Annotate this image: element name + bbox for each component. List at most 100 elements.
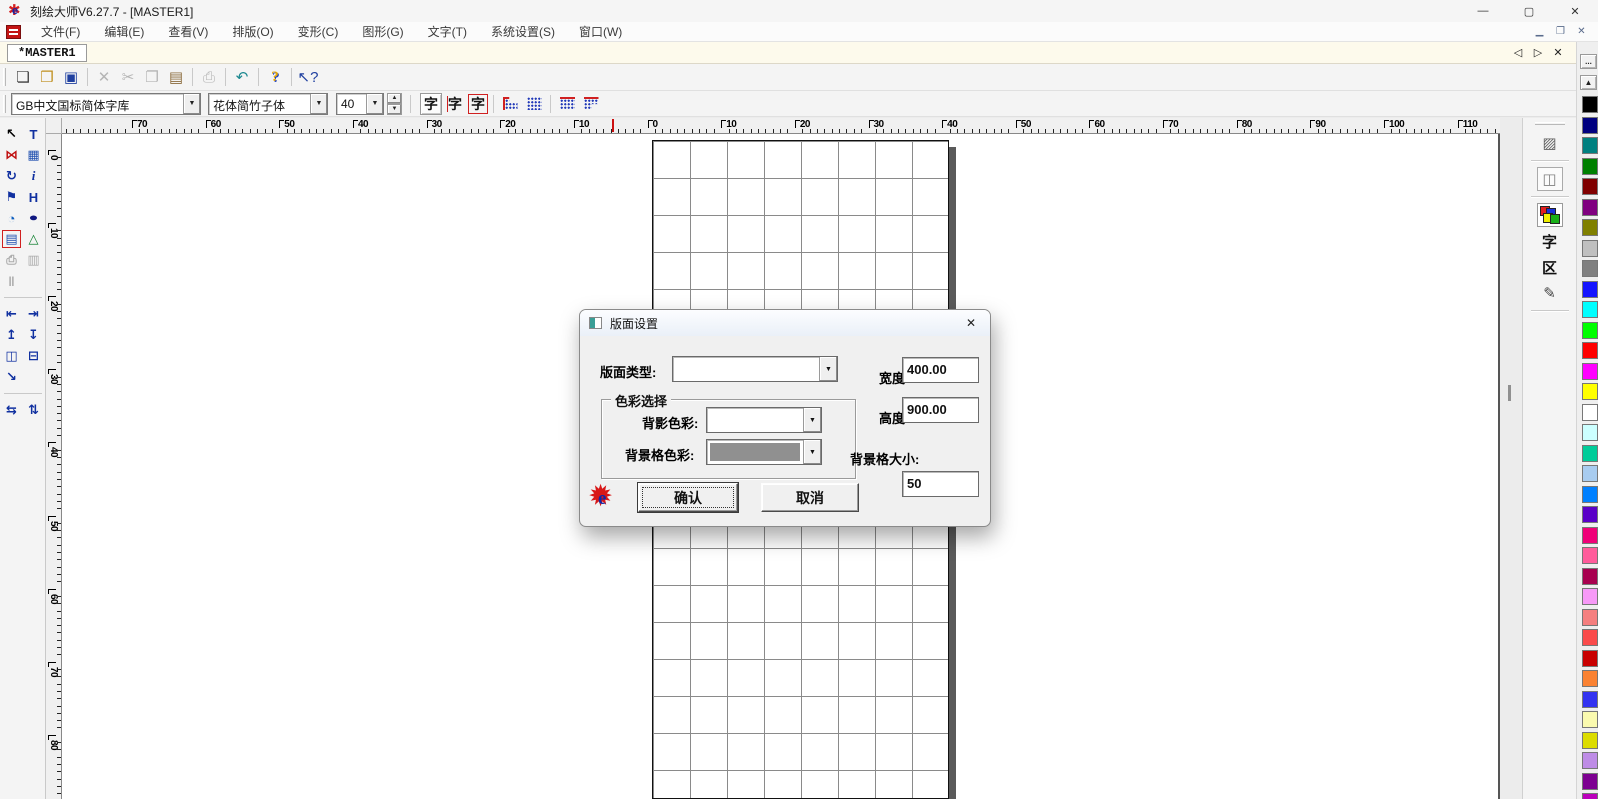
palette-color-f00078[interactable]	[1582, 527, 1598, 544]
font-size-stepper[interactable]: ▲ ▼	[387, 93, 402, 115]
width-field[interactable]: 400.00	[902, 357, 979, 383]
mirror-tool[interactable]: H	[23, 187, 44, 207]
new-file-button[interactable]: ❏	[11, 66, 35, 88]
grid-size-field[interactable]: 50	[902, 471, 979, 497]
mdi-close-button[interactable]: ✕	[1571, 24, 1592, 40]
canvas-scrollbar-thumb[interactable]	[1508, 385, 1511, 401]
chevron-down-icon[interactable]: ▼	[310, 94, 327, 114]
insert-image-icon[interactable]: ▨	[1537, 131, 1563, 155]
image-frame-tool[interactable]: ▤	[1, 229, 22, 249]
palette-color-808080[interactable]	[1582, 260, 1598, 277]
save-file-button[interactable]: ▣	[59, 66, 83, 88]
palette-color-00ffff[interactable]	[1582, 301, 1598, 318]
menu-typeset[interactable]: 排版(O)	[220, 21, 285, 42]
palette-color-ff0000[interactable]	[1582, 342, 1598, 359]
tab-prev-button[interactable]: ◁	[1510, 45, 1526, 61]
banner-text-tool[interactable]: ⚑	[1, 187, 22, 207]
align-right-tool[interactable]: ⇥	[23, 304, 44, 324]
palette-color-f799f7[interactable]	[1582, 588, 1598, 605]
space-horizontal-tool[interactable]: ⇆	[1, 400, 22, 420]
palette-color-c0c0c0[interactable]	[1582, 240, 1598, 257]
height-field[interactable]: 900.00	[902, 397, 979, 423]
align-left-tool[interactable]: ⇤	[1, 304, 22, 324]
layout-flow-full-button[interactable]	[523, 93, 545, 115]
palette-color-a8ccf0[interactable]	[1582, 465, 1598, 482]
toolbar-gripper[interactable]	[3, 68, 6, 86]
select-tool[interactable]: ↖	[1, 124, 22, 144]
palette-color-800000[interactable]	[1582, 178, 1598, 195]
center-vertical-tool[interactable]: ⊟	[23, 346, 44, 366]
layout-spacing-a-button[interactable]	[556, 93, 578, 115]
palette-color-800080[interactable]	[1582, 199, 1598, 216]
palette-color-008080[interactable]	[1582, 137, 1598, 154]
palette-color-ffffff[interactable]	[1582, 404, 1598, 421]
palette-color-808000[interactable]	[1582, 219, 1598, 236]
align-bottom-tool[interactable]: ↧	[23, 325, 44, 345]
spacer[interactable]	[23, 271, 44, 291]
undo-button[interactable]: ↶	[230, 66, 254, 88]
font-combo[interactable]: 花体简竹子体 ▼	[208, 93, 328, 115]
layout-spacing-b-button[interactable]	[580, 93, 602, 115]
palette-color-ff00ff[interactable]	[1582, 363, 1598, 380]
palette-color-f57f7f[interactable]	[1582, 609, 1598, 626]
tab-next-button[interactable]: ▷	[1530, 45, 1546, 61]
region-icon[interactable]: 区	[1537, 255, 1563, 279]
palette-color-3232f0[interactable]	[1582, 691, 1598, 708]
palette-color-00cc99[interactable]	[1582, 445, 1598, 462]
palette-color-ccffff[interactable]	[1582, 424, 1598, 441]
text-style-boxed-button[interactable]: 字	[468, 94, 488, 114]
palette-color-ff5c9b[interactable]	[1582, 547, 1598, 564]
font-library-combo[interactable]: GB中文国标简体字库 ▼	[11, 93, 201, 115]
chevron-down-icon[interactable]: ▼	[803, 440, 821, 464]
chevron-down-icon[interactable]: ▼	[819, 357, 837, 381]
center-horizontal-tool[interactable]: ◫	[1, 346, 22, 366]
color-layers-icon[interactable]	[1537, 203, 1563, 227]
menu-graphics[interactable]: 图形(G)	[350, 21, 415, 42]
palette-color-a8004f[interactable]	[1582, 568, 1598, 585]
tab-master1[interactable]: *MASTER1	[7, 44, 87, 62]
stepper-down-icon[interactable]: ▼	[387, 104, 402, 115]
close-button[interactable]: ✕	[1552, 0, 1598, 22]
palette-color-1414ff[interactable]	[1582, 281, 1598, 298]
chevron-down-icon[interactable]: ▼	[366, 94, 383, 114]
menu-window[interactable]: 窗口(W)	[567, 21, 634, 42]
palette-color-fa8232[interactable]	[1582, 670, 1598, 687]
context-help-button[interactable]: ↖?	[296, 66, 320, 88]
measure-tool[interactable]: ↘	[1, 367, 22, 387]
menu-transform[interactable]: 变形(C)	[286, 21, 351, 42]
palette-color-c80000[interactable]	[1582, 650, 1598, 667]
font-size-combo[interactable]: 40 ▼	[336, 93, 384, 115]
menu-edit[interactable]: 编辑(E)	[92, 21, 156, 42]
chevron-down-icon[interactable]: ▼	[803, 408, 821, 432]
palette-color-000080[interactable]	[1582, 117, 1598, 134]
open-file-button[interactable]: ❒	[35, 66, 59, 88]
palette-color-0080ff[interactable]	[1582, 486, 1598, 503]
cancel-button[interactable]: 取消	[761, 483, 859, 512]
italic-text-tool[interactable]: i	[23, 166, 44, 186]
text-tool[interactable]: T	[23, 124, 44, 144]
palette-color-bc00bc[interactable]	[1582, 793, 1598, 799]
image-tool[interactable]: ▦	[23, 145, 44, 165]
layout-type-combo[interactable]: ▼	[672, 356, 838, 382]
menu-file[interactable]: 文件(F)	[29, 21, 92, 42]
palette-color-fafaaf[interactable]	[1582, 711, 1598, 728]
toolbar-gripper[interactable]	[3, 95, 6, 113]
panel-handle[interactable]	[1535, 122, 1565, 125]
palette-color-000000[interactable]	[1582, 96, 1598, 113]
palette-color-008000[interactable]	[1582, 158, 1598, 175]
palette-color-00ff00[interactable]	[1582, 322, 1598, 339]
mdi-restore-button[interactable]: ❐	[1550, 24, 1571, 40]
node-edit-tool[interactable]: ⋈	[1, 145, 22, 165]
tab-close-button[interactable]: ✕	[1550, 45, 1566, 61]
shadow-color-combo[interactable]: ▼	[706, 407, 822, 433]
more-colors-button[interactable]: ...	[1580, 54, 1597, 69]
menu-text[interactable]: 文字(T)	[416, 21, 479, 42]
help-button[interactable]: ?	[263, 66, 287, 88]
spacer2[interactable]	[23, 367, 44, 387]
layout-flow-corner-button[interactable]	[499, 93, 521, 115]
maximize-button[interactable]: ▢	[1506, 0, 1552, 22]
palette-color-7d0091[interactable]	[1582, 773, 1598, 790]
space-vertical-tool[interactable]: ⇅	[23, 400, 44, 420]
transform-tool[interactable]: ↻	[1, 166, 22, 186]
align-top-tool[interactable]: ↥	[1, 325, 22, 345]
